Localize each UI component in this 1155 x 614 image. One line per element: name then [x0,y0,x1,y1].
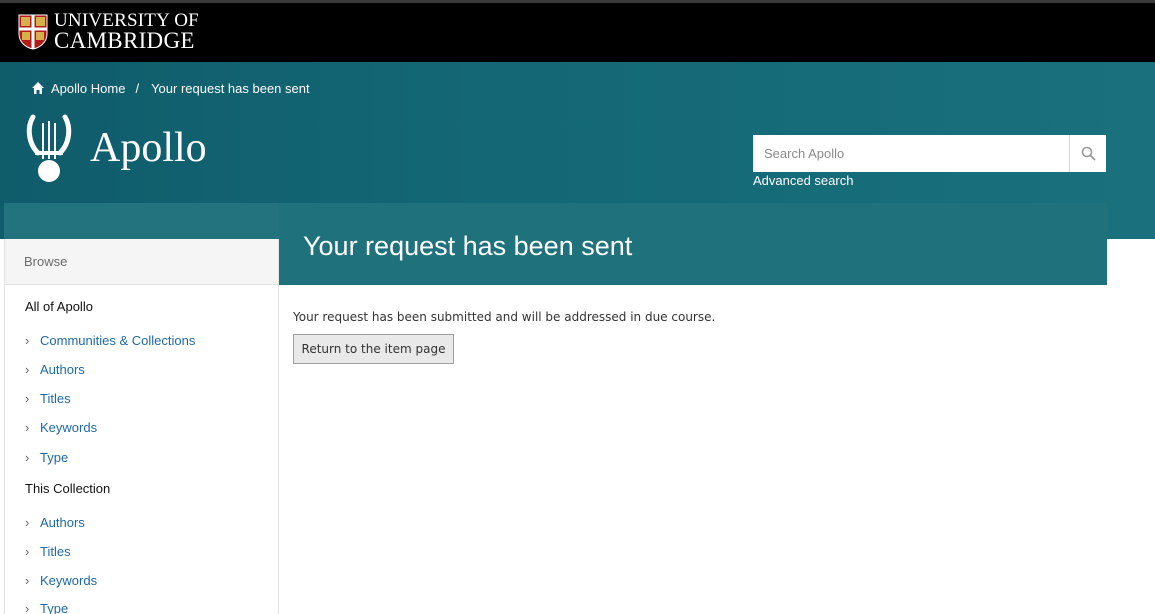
browse-header: Browse [5,239,278,285]
confirmation-message: Your request has been submitted and will… [293,310,716,324]
university-line-2: CAMBRIDGE [54,28,195,53]
chevron-right-icon: › [25,333,30,348]
breadcrumb-separator: / [135,80,140,96]
sidebar-item-titles[interactable]: › Titles [25,391,71,406]
chevron-right-icon: › [25,544,30,559]
sidebar-item-communities-collections[interactable]: › Communities & Collections [25,333,195,348]
breadcrumb-current: Your request has been sent [151,80,310,96]
sidebar-link-label[interactable]: Authors [40,515,85,530]
search-bar [753,135,1106,172]
sidebar-link-label[interactable]: Titles [40,391,71,406]
browse-sidebar: Browse All of Apollo › Communities & Col… [4,239,279,614]
sidebar-item-authors[interactable]: › Authors [25,362,85,377]
sidebar-item-collection-authors[interactable]: › Authors [25,515,85,530]
sidebar-link-label[interactable]: Type [40,601,68,614]
search-input[interactable] [753,135,1069,172]
page-title: Your request has been sent [303,231,633,261]
sidebar-link-label[interactable]: Communities & Collections [40,333,195,348]
apollo-logo-text[interactable]: Apollo [90,124,207,172]
sidebar-group-all-of-apollo: All of Apollo [25,299,93,314]
chevron-right-icon: › [25,515,30,530]
sidebar-item-keywords[interactable]: › Keywords [25,420,97,435]
sidebar-item-collection-type[interactable]: › Type [25,601,68,614]
search-button[interactable] [1069,135,1106,172]
university-header: UNIVERSITY OF CAMBRIDGE [0,0,1155,62]
chevron-right-icon: › [25,391,30,406]
breadcrumb: Apollo Home / Your request has been sent [31,80,310,96]
breadcrumb-home-link[interactable]: Apollo Home [51,81,125,96]
chevron-right-icon: › [25,420,30,435]
sidebar-link-label[interactable]: Authors [40,362,85,377]
university-crest-icon[interactable] [18,14,48,50]
sidebar-item-collection-titles[interactable]: › Titles [25,544,71,559]
university-wordmark[interactable]: UNIVERSITY OF CAMBRIDGE [54,11,199,53]
sidebar-link-label[interactable]: Type [40,450,68,465]
sidebar-item-type[interactable]: › Type [25,450,68,465]
home-icon [32,82,44,94]
advanced-search-link[interactable]: Advanced search [753,173,853,188]
sidebar-link-label[interactable]: Keywords [40,573,97,588]
chevron-right-icon: › [25,362,30,377]
chevron-right-icon: › [25,601,30,614]
chevron-right-icon: › [25,573,30,588]
sidebar-group-this-collection: This Collection [25,481,111,496]
sidebar-link-label[interactable]: Keywords [40,420,97,435]
return-to-item-button[interactable]: Return to the item page [293,334,454,364]
chevron-right-icon: › [25,450,30,465]
search-icon [1081,146,1095,161]
sidebar-item-collection-keywords[interactable]: › Keywords [25,573,97,588]
lyre-icon[interactable] [26,113,72,183]
sidebar-link-label[interactable]: Titles [40,544,71,559]
